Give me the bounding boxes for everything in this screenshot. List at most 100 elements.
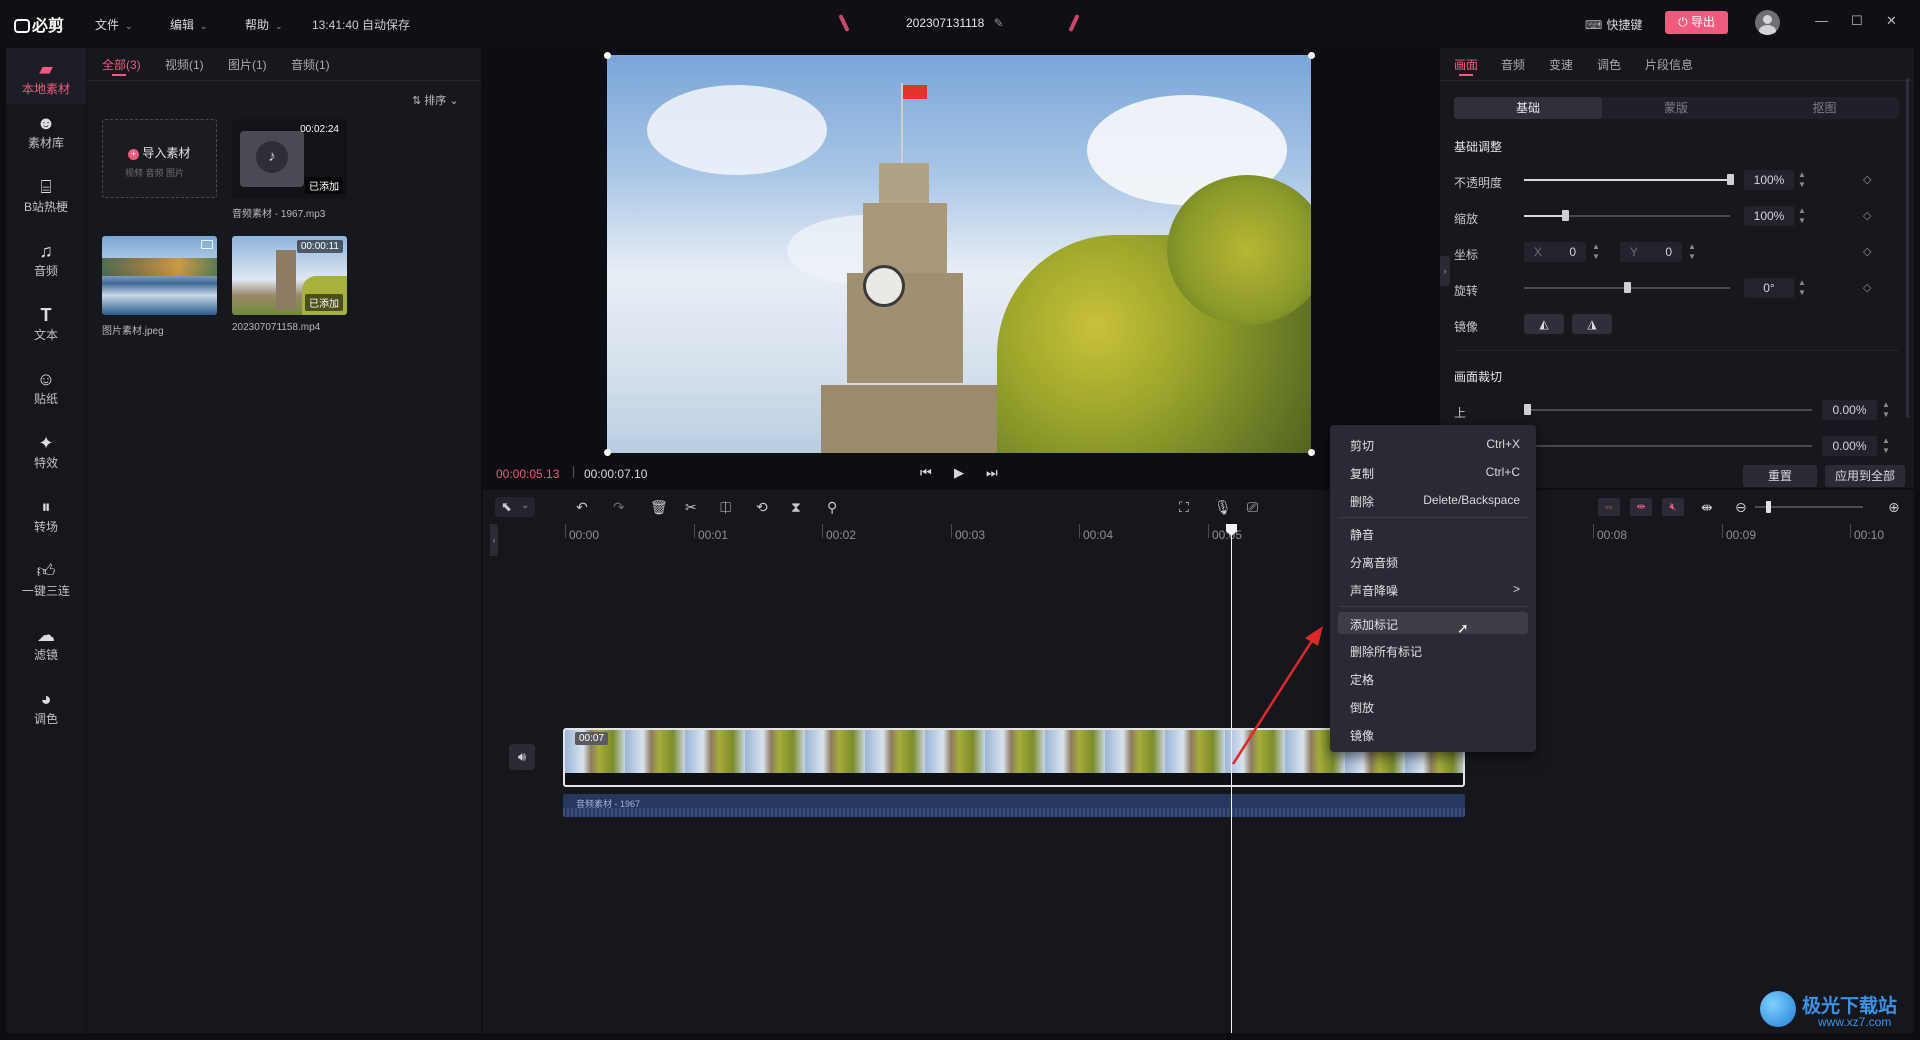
zoom-slider-knob[interactable] bbox=[1766, 501, 1771, 513]
menu-item-mirror[interactable]: 镜像 bbox=[1350, 727, 1520, 744]
redo-icon[interactable]: ↷ bbox=[613, 499, 625, 516]
audio-clip[interactable]: 音频素材 - 1967 bbox=[563, 794, 1465, 817]
menu-file[interactable]: 文件 ⌄ bbox=[95, 16, 133, 33]
minimize-icon[interactable]: — bbox=[1815, 13, 1828, 28]
nav-material-library[interactable]: ☻ 素材库 bbox=[6, 112, 86, 151]
stepper-icon[interactable]: ▲ ▼ bbox=[1590, 242, 1602, 262]
camera-icon[interactable]: ⎚ bbox=[1247, 499, 1258, 516]
import-media-button[interactable]: + 导入素材 视频 音频 图片 bbox=[102, 119, 217, 198]
tab-video[interactable]: 视频(1) bbox=[165, 56, 204, 73]
crop-second-value[interactable]: 0.00% bbox=[1822, 436, 1877, 456]
scale-value[interactable]: 100% bbox=[1744, 206, 1794, 226]
opacity-slider-knob[interactable] bbox=[1727, 174, 1734, 185]
crop-top-slider[interactable] bbox=[1524, 409, 1812, 411]
delete-icon[interactable]: 🗑︎ bbox=[650, 499, 668, 516]
nav-transition[interactable]: ⏸ 转场 bbox=[6, 496, 86, 535]
edit-icon[interactable]: ✎ bbox=[994, 16, 1004, 30]
media-item-video[interactable]: 00:00:11 已添加 bbox=[232, 236, 347, 315]
rotate-icon[interactable]: ⟲ bbox=[756, 499, 768, 516]
position-y-field[interactable]: Y0 bbox=[1620, 242, 1682, 262]
maximize-icon[interactable]: ☐ bbox=[1851, 13, 1863, 29]
mirror-tool-icon[interactable]: ⧗ bbox=[791, 499, 801, 516]
zoom-slider[interactable] bbox=[1755, 506, 1863, 508]
track-volume-icon[interactable]: 🔊︎ bbox=[509, 744, 535, 770]
menu-item-add-marker[interactable]: 添加标记 bbox=[1350, 616, 1520, 633]
menu-help[interactable]: 帮助 ⌄ bbox=[245, 16, 283, 33]
rotate-slider-knob[interactable] bbox=[1624, 282, 1631, 293]
tab-picture[interactable]: 画面 bbox=[1454, 56, 1478, 73]
split-icon[interactable]: ⎅ bbox=[720, 499, 731, 516]
scale-slider-knob[interactable] bbox=[1562, 210, 1569, 221]
nav-audio[interactable]: ♫ 音频 bbox=[6, 240, 86, 279]
zoom-out-icon[interactable]: ⊖ bbox=[1735, 499, 1747, 516]
media-item-audio[interactable]: ♪ 00:02:24 已添加 bbox=[232, 119, 347, 198]
crop-top-slider-knob[interactable] bbox=[1524, 404, 1531, 415]
mute-track-icon[interactable]: 🔇︎ bbox=[1662, 498, 1684, 516]
nav-effects[interactable]: ✦ 特效 bbox=[6, 432, 86, 471]
menu-item-denoise[interactable]: 声音降噪 > bbox=[1350, 582, 1520, 599]
stepper-icon[interactable]: ▲ ▼ bbox=[1880, 436, 1892, 456]
menu-item-freeze[interactable]: 定格 bbox=[1350, 671, 1520, 688]
opacity-value[interactable]: 100% bbox=[1744, 170, 1794, 190]
menu-item-mute[interactable]: 静音 bbox=[1350, 526, 1520, 543]
crop-top-value[interactable]: 0.00% bbox=[1822, 400, 1877, 420]
media-item-image[interactable] bbox=[102, 236, 217, 315]
resize-handle[interactable] bbox=[604, 449, 611, 456]
avatar[interactable] bbox=[1755, 10, 1780, 35]
resize-handle[interactable] bbox=[604, 52, 611, 59]
position-x-field[interactable]: X0 bbox=[1524, 242, 1586, 262]
tab-audio-props[interactable]: 音频 bbox=[1501, 56, 1525, 73]
collapse-media-icon[interactable]: ‹ bbox=[490, 524, 498, 556]
collapse-panel-icon[interactable]: › bbox=[1440, 256, 1450, 286]
next-frame-icon[interactable]: ⏭ bbox=[986, 465, 998, 481]
crop-second-slider[interactable] bbox=[1524, 445, 1812, 447]
close-icon[interactable]: ✕ bbox=[1886, 13, 1897, 29]
link-icon[interactable]: ⇔ bbox=[1598, 498, 1620, 516]
keyframe-icon[interactable]: ◇ bbox=[1863, 245, 1871, 258]
playhead[interactable] bbox=[1231, 524, 1232, 1033]
microphone-icon[interactable]: 🎙︎ bbox=[1214, 499, 1232, 516]
keyframe-icon[interactable]: ◇ bbox=[1863, 173, 1871, 186]
scrollbar[interactable] bbox=[1906, 78, 1909, 418]
keyframe-icon[interactable]: ◇ bbox=[1863, 209, 1871, 222]
align-center-icon[interactable]: ⇼ bbox=[1701, 499, 1713, 516]
previous-frame-icon[interactable]: ⏮ bbox=[920, 465, 932, 481]
snap-icon[interactable]: ⇹ bbox=[1630, 498, 1652, 516]
tab-clip-info[interactable]: 片段信息 bbox=[1645, 56, 1693, 73]
tab-speed[interactable]: 变速 bbox=[1549, 56, 1573, 73]
menu-edit[interactable]: 编辑 ⌄ bbox=[170, 16, 208, 33]
resize-handle[interactable] bbox=[1308, 52, 1315, 59]
nav-local-media[interactable]: ▰ 本地素材 bbox=[6, 48, 86, 104]
nav-bilibili-memes[interactable]: ⌸ B站热梗 bbox=[6, 176, 86, 215]
menu-item-reverse[interactable]: 倒放 bbox=[1350, 699, 1520, 716]
menu-item-remove-markers[interactable]: 删除所有标记 bbox=[1350, 643, 1520, 660]
play-icon[interactable]: ▶ bbox=[954, 465, 964, 481]
rotate-value[interactable]: 0° bbox=[1744, 278, 1794, 298]
stepper-icon[interactable]: ▲ ▼ bbox=[1880, 400, 1892, 420]
reset-button[interactable]: 重置 bbox=[1743, 465, 1817, 487]
subtab-basic[interactable]: 基础 bbox=[1454, 97, 1602, 119]
keyframe-icon[interactable]: ◇ bbox=[1863, 281, 1871, 294]
tab-audio[interactable]: 音频(1) bbox=[291, 56, 330, 73]
menu-item-cut[interactable]: 剪切 Ctrl+X bbox=[1350, 437, 1520, 454]
select-tool-button[interactable]: ⬉ ⌄ bbox=[495, 497, 535, 517]
stepper-icon[interactable]: ▲ ▼ bbox=[1796, 170, 1808, 190]
nav-sticker[interactable]: ☺ 贴纸 bbox=[6, 368, 86, 407]
shortcuts-button[interactable]: ⌨ 快捷键 bbox=[1585, 16, 1642, 33]
stepper-icon[interactable]: ▲ ▼ bbox=[1796, 206, 1808, 226]
menu-item-copy[interactable]: 复制 Ctrl+C bbox=[1350, 465, 1520, 482]
tab-all[interactable]: 全部(3) bbox=[102, 56, 141, 73]
stepper-icon[interactable]: ▲ ▼ bbox=[1796, 278, 1808, 298]
project-title[interactable]: 202307131118 ✎ bbox=[906, 16, 1004, 30]
fit-icon[interactable]: ⛶ bbox=[1179, 499, 1189, 516]
undo-icon[interactable]: ↶ bbox=[576, 499, 588, 516]
menu-item-separate-audio[interactable]: 分离音频 bbox=[1350, 554, 1520, 571]
mirror-horizontal-icon[interactable]: ◭ bbox=[1524, 314, 1564, 334]
stepper-icon[interactable]: ▲ ▼ bbox=[1686, 242, 1698, 262]
resize-handle[interactable] bbox=[1308, 449, 1315, 456]
nav-text[interactable]: T 文本 bbox=[6, 304, 86, 343]
zoom-in-icon[interactable]: ⊕ bbox=[1888, 499, 1900, 516]
sort-button[interactable]: ⇅ 排序 ⌄ bbox=[412, 92, 459, 108]
mirror-vertical-icon[interactable]: ◮ bbox=[1572, 314, 1612, 334]
nav-triple[interactable]: 👍︎ 一键三连 bbox=[6, 560, 86, 599]
